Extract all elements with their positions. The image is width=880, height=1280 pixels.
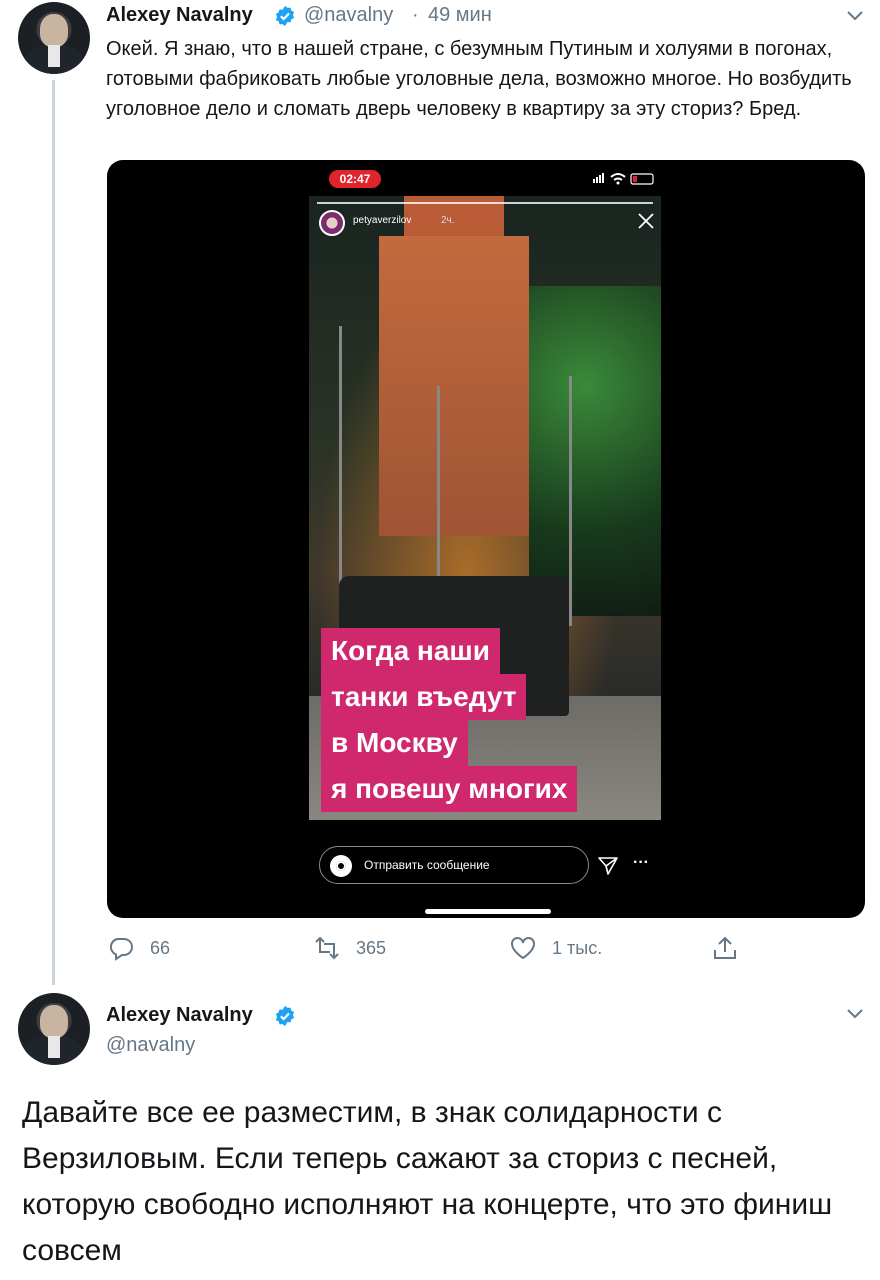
story-username[interactable]: petyaverzilov [353, 215, 411, 226]
phone-status-icons [593, 173, 654, 185]
tweet-text: Давайте все ее разместим, в знак солидар… [22, 1096, 833, 1267]
retweet-count: 365 [356, 937, 387, 958]
more-options-icon[interactable]: ··· [633, 854, 649, 872]
verified-badge-icon [275, 1005, 295, 1027]
share-icon [714, 936, 736, 959]
send-icon[interactable] [597, 854, 619, 876]
story-avatar[interactable] [319, 210, 345, 236]
author-name[interactable]: Alexey Navalny [106, 1004, 253, 1027]
tweet-media[interactable]: 02:47 petyaverzilov 2ч. Когда наши танки… [107, 160, 865, 918]
like-icon [511, 937, 535, 960]
author-handle[interactable]: @navalny [304, 4, 393, 27]
send-message-placeholder: Отправить сообщение [364, 858, 490, 872]
story-age: 2ч. [441, 215, 455, 226]
instagram-story[interactable]: petyaverzilov 2ч. Когда наши танки въеду… [309, 196, 661, 820]
caption-line: в Москву [321, 720, 468, 766]
avatar[interactable] [18, 993, 90, 1065]
avatar[interactable] [18, 2, 90, 74]
chevron-down-icon[interactable] [846, 10, 864, 22]
like-count: 1 тыс. [552, 937, 603, 958]
tweet-timestamp[interactable]: 49 мин [428, 4, 492, 27]
story-caption: Когда наши танки въедут в Москву я повеш… [321, 628, 578, 812]
verified-badge-icon [275, 5, 295, 27]
caption-line: Когда наши [321, 628, 500, 674]
like-button[interactable]: 1 тыс. [510, 935, 602, 961]
share-button[interactable] [712, 935, 754, 961]
close-icon[interactable] [637, 212, 655, 230]
caption-line: танки въедут [321, 674, 527, 720]
retweet-icon [315, 936, 339, 960]
reply-icon [109, 938, 133, 961]
camera-icon[interactable] [330, 855, 352, 877]
reply-button[interactable]: 66 [108, 935, 170, 961]
separator-dot: · [412, 4, 419, 26]
story-progress-bar [317, 202, 653, 204]
author-name[interactable]: Alexey Navalny [106, 4, 253, 27]
chevron-down-icon[interactable] [846, 1008, 864, 1020]
tweet-text: Окей. Я знаю, что в нашей стране, с безу… [106, 38, 852, 120]
thread-connector [52, 80, 55, 985]
reply-count: 66 [150, 937, 171, 958]
caption-line: я повешу многих [321, 766, 578, 812]
retweet-button[interactable]: 365 [314, 935, 386, 961]
send-message-input[interactable]: Отправить сообщение [319, 846, 589, 884]
author-handle[interactable]: @navalny [106, 1034, 195, 1057]
home-indicator [425, 909, 551, 914]
phone-clock: 02:47 [329, 170, 381, 188]
